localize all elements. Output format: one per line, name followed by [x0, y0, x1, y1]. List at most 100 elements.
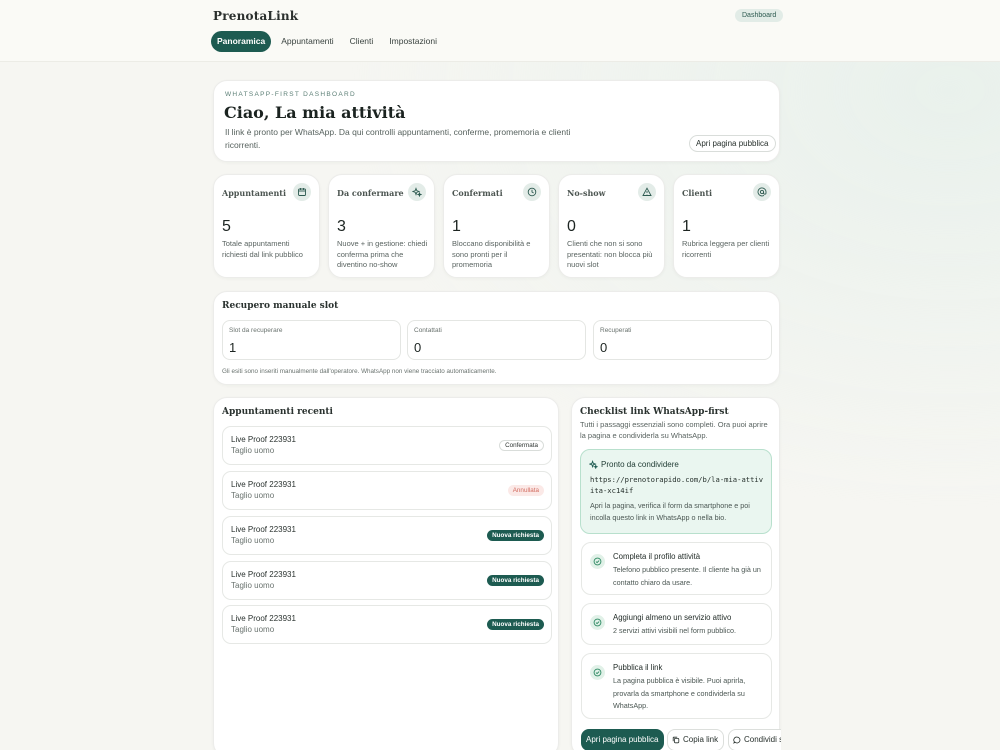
status-badge: Annullata	[507, 485, 544, 496]
appointment-service: Taglio uomo	[231, 491, 275, 500]
stat-label: Appuntamenti	[222, 188, 287, 198]
brand-logo[interactable]: PrenotaLink	[213, 9, 298, 23]
tab-clienti[interactable]: Clienti	[344, 31, 380, 52]
check-circle-icon	[590, 554, 605, 569]
list-item[interactable]: Live Proof 223931 Taglio uomo Confermata	[222, 426, 552, 465]
copy-link-button[interactable]: Copia link	[667, 729, 725, 750]
appointment-service: Taglio uomo	[231, 625, 275, 634]
recovery-label: Recuperati	[600, 327, 632, 334]
recent-appointments-card: Appuntamenti recenti Live Proof 223931 T…	[213, 397, 559, 750]
list-item[interactable]: Live Proof 223931 Taglio uomo Nuova rich…	[222, 516, 552, 555]
appointment-service: Taglio uomo	[231, 536, 275, 545]
ready-to-share-panel: Pronto da condividere https://prenotorap…	[580, 449, 772, 534]
stat-label: No-show	[567, 188, 606, 198]
stat-description: Bloccano disponibilità e sono pronti per…	[452, 239, 531, 269]
top-header: PrenotaLink Dashboard Panoramica Appunta…	[0, 0, 1000, 62]
main-nav: Panoramica Appuntamenti Clienti Impostaz…	[211, 31, 447, 52]
dashboard-badge: Dashboard	[735, 9, 784, 22]
status-badge: Nuova richiesta	[487, 530, 544, 541]
eyebrow-label: WHATSAPP-FIRST DASHBOARD	[225, 91, 356, 98]
stat-description: Rubrica leggera per clienti ricorrenti	[682, 239, 770, 259]
appointment-client: Live Proof 223931	[231, 480, 296, 489]
recovery-label: Slot da recuperare	[229, 327, 283, 334]
clock-icon	[523, 183, 541, 201]
checklist-step-profile: Completa il profilo attività Telefono pu…	[581, 542, 772, 595]
step-title: Pubblica il link	[613, 663, 663, 672]
status-badge: Nuova richiesta	[487, 575, 544, 586]
step-description: Telefono pubblico presente. Il cliente h…	[613, 565, 761, 587]
welcome-card: WHATSAPP-FIRST DASHBOARD Ciao, La mia at…	[213, 80, 780, 162]
sparkle-icon	[589, 460, 598, 469]
slot-recovery-card: Recupero manuale slot Slot da recuperare…	[213, 291, 780, 385]
step-title: Completa il profilo attività	[613, 552, 701, 561]
checklist-actions: Apri pagina pubblica Copia link Condivid…	[581, 728, 781, 750]
stat-card-da-confermare: Da confermare 3 Nuove + in gestione: chi…	[328, 174, 435, 278]
stat-value: 1	[452, 218, 461, 235]
stat-label: Clienti	[682, 188, 713, 198]
recovery-title: Recupero manuale slot	[222, 301, 339, 311]
welcome-description: Il link è pronto per WhatsApp. Da qui co…	[225, 127, 571, 150]
checklist-step-service: Aggiungi almeno un servizio attivo 2 ser…	[581, 603, 772, 645]
appointments-title: Appuntamenti recenti	[222, 407, 333, 417]
copy-icon	[672, 736, 680, 744]
stat-card-no-show: No-show 0 Clienti che non si sono presen…	[558, 174, 665, 278]
appointment-client: Live Proof 223931	[231, 435, 296, 444]
tab-impostazioni[interactable]: Impostazioni	[383, 31, 443, 52]
tab-appuntamenti[interactable]: Appuntamenti	[275, 31, 339, 52]
recovery-value: 0	[414, 340, 422, 355]
step-title: Aggiungi almeno un servizio attivo	[613, 613, 732, 622]
list-item[interactable]: Live Proof 223931 Taglio uomo Nuova rich…	[222, 561, 552, 600]
appointment-client: Live Proof 223931	[231, 525, 296, 534]
check-circle-icon	[590, 665, 605, 680]
sparkle-icon	[408, 183, 426, 201]
appointment-service: Taglio uomo	[231, 581, 275, 590]
recovery-note: Gli esiti sono inseriti manualmente dall…	[222, 368, 497, 375]
stat-label: Da confermare	[337, 188, 404, 198]
recovery-box-contacted: Contattati 0	[407, 320, 586, 360]
step-description: La pagina pubblica è visibile. Puoi apri…	[613, 676, 746, 710]
share-whatsapp-button[interactable]: Condividi su WhatsApp	[728, 729, 781, 750]
stat-description: Totale appuntamenti richiesti dal link p…	[222, 239, 303, 259]
list-item[interactable]: Live Proof 223931 Taglio uomo Annullata	[222, 471, 552, 510]
calendar-icon	[293, 183, 311, 201]
stat-value: 1	[682, 218, 691, 235]
open-public-page-button[interactable]: Apri pagina pubblica	[581, 729, 664, 750]
recovery-label: Contattati	[414, 327, 442, 334]
stat-label: Confermati	[452, 188, 503, 198]
recovery-box-recovered: Recuperati 0	[593, 320, 772, 360]
public-link[interactable]: https://prenotorapido.com/b/la-mia-attiv…	[590, 474, 765, 496]
at-icon	[753, 183, 771, 201]
chat-bubble-icon	[733, 736, 741, 744]
stat-value: 0	[567, 218, 576, 235]
recovery-value: 0	[600, 340, 608, 355]
stat-description: Clienti che non si sono presentati: non …	[567, 239, 653, 269]
step-description: 2 servizi attivi visibili nel form pubbl…	[613, 626, 737, 635]
whatsapp-checklist-card: Checklist link WhatsApp-first Tutti i pa…	[571, 397, 781, 750]
checklist-title: Checklist link WhatsApp-first	[580, 407, 729, 417]
ready-title: Pronto da condividere	[601, 460, 679, 469]
page-title: Ciao, La mia attività	[224, 103, 406, 122]
stat-card-clienti: Clienti 1 Rubrica leggera per clienti ri…	[673, 174, 780, 278]
stat-card-appuntamenti: Appuntamenti 5 Totale appuntamenti richi…	[213, 174, 320, 278]
appointment-client: Live Proof 223931	[231, 614, 296, 623]
list-item[interactable]: Live Proof 223931 Taglio uomo Nuova rich…	[222, 605, 552, 644]
stat-value: 3	[337, 218, 346, 235]
warning-icon	[638, 183, 656, 201]
stat-card-confermati: Confermati 1 Bloccano disponibilità e so…	[443, 174, 550, 278]
appointment-service: Taglio uomo	[231, 446, 275, 455]
share-whatsapp-label: Condividi su WhatsApp	[744, 735, 781, 744]
stat-description: Nuove + in gestione: chiedi conferma pri…	[337, 239, 428, 269]
copy-link-label: Copia link	[683, 735, 719, 744]
checklist-subtitle: Tutti i passaggi essenziali sono complet…	[580, 420, 768, 440]
checklist-step-publish: Pubblica il link La pagina pubblica è vi…	[581, 653, 772, 719]
status-badge: Confermata	[499, 440, 544, 451]
open-public-page-button[interactable]: Apri pagina pubblica	[689, 135, 776, 152]
recovery-value: 1	[229, 340, 237, 355]
check-circle-icon	[590, 615, 605, 630]
status-badge: Nuova richiesta	[487, 619, 544, 630]
stat-value: 5	[222, 218, 231, 235]
appointment-client: Live Proof 223931	[231, 570, 296, 579]
recovery-box-slots: Slot da recuperare 1	[222, 320, 401, 360]
ready-description: Apri la pagina, verifica il form da smar…	[590, 501, 750, 522]
tab-panoramica[interactable]: Panoramica	[211, 31, 272, 52]
